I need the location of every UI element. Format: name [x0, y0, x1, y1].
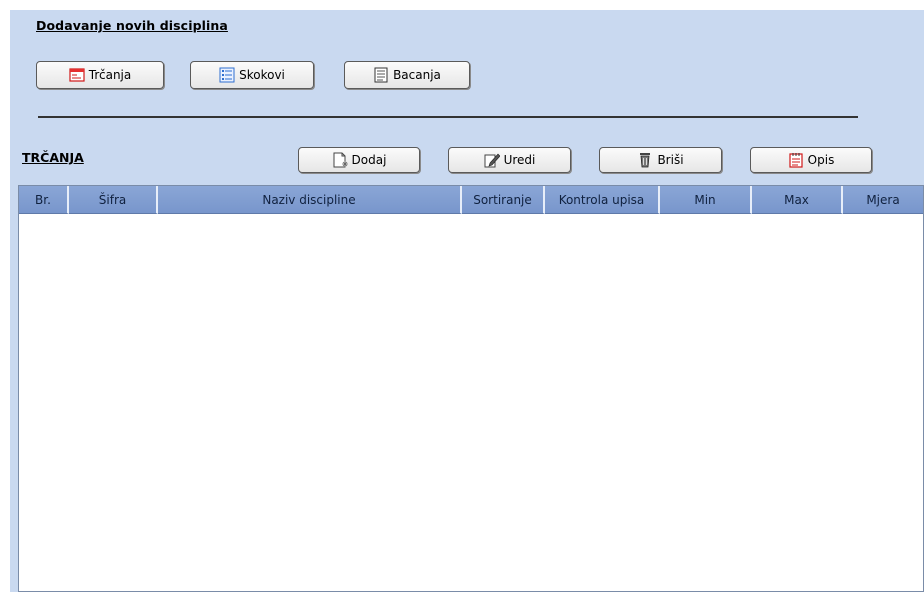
trash-icon — [637, 152, 653, 168]
notepad-icon — [788, 152, 804, 168]
disciplines-table[interactable]: Br. Šifra Naziv discipline Sortiranje Ko… — [18, 185, 924, 592]
table-body[interactable] — [19, 215, 923, 591]
add-button[interactable]: Dodaj — [298, 147, 420, 173]
edit-pencil-icon — [484, 152, 500, 168]
throws-button[interactable]: Bacanja — [344, 61, 470, 89]
throws-button-label: Bacanja — [393, 68, 441, 82]
column-header-entry-control[interactable]: Kontrola upisa — [545, 186, 660, 214]
add-disciplines-title: Dodavanje novih disciplina — [36, 18, 228, 33]
delete-button-label: Briši — [657, 153, 684, 167]
delete-button[interactable]: Briši — [599, 147, 722, 173]
runs-button[interactable]: Trčanja — [36, 61, 164, 89]
document-icon — [373, 67, 389, 83]
column-header-unit[interactable]: Mjera — [843, 186, 923, 214]
edit-button[interactable]: Uredi — [448, 147, 571, 173]
add-button-label: Dodaj — [351, 153, 387, 167]
runs-list-title: TRČANJA — [22, 150, 84, 165]
runs-button-label: Trčanja — [88, 68, 132, 82]
jumps-button-label: Skokovi — [239, 68, 285, 82]
column-header-min[interactable]: Min — [660, 186, 752, 214]
column-header-max[interactable]: Max — [752, 186, 843, 214]
description-button-label: Opis — [807, 153, 835, 167]
column-header-sorting[interactable]: Sortiranje — [462, 186, 545, 214]
edit-button-label: Uredi — [503, 153, 536, 167]
section-divider — [38, 116, 858, 118]
description-button[interactable]: Opis — [750, 147, 872, 173]
jumps-button[interactable]: Skokovi — [190, 61, 314, 89]
column-header-name[interactable]: Naziv discipline — [158, 186, 462, 214]
table-header: Br. Šifra Naziv discipline Sortiranje Ko… — [19, 186, 923, 214]
list-icon — [219, 67, 235, 83]
form-icon — [69, 67, 85, 83]
column-header-code[interactable]: Šifra — [69, 186, 158, 214]
new-document-icon — [332, 152, 348, 168]
column-header-number[interactable]: Br. — [19, 186, 69, 214]
